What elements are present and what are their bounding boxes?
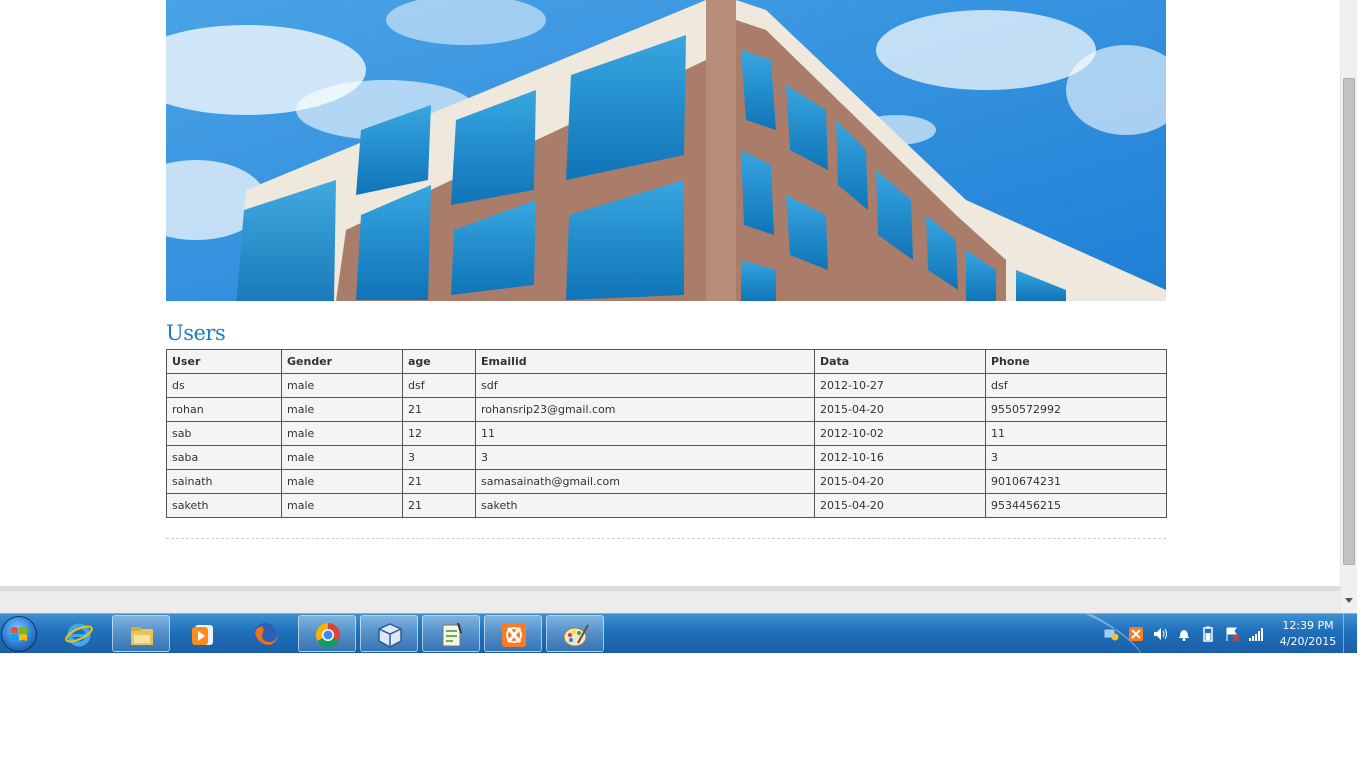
phone-cell: 11 (985, 421, 1167, 446)
volume-icon[interactable] (1152, 626, 1168, 642)
age-cell: 21 (402, 469, 476, 494)
user-cell: sab (166, 421, 282, 446)
taskbar-file-explorer[interactable] (112, 615, 170, 652)
battery-icon[interactable] (1200, 626, 1216, 642)
paint-icon (563, 624, 589, 647)
xampp-icon (502, 623, 526, 647)
taskbar-notepad-plus-plus[interactable] (422, 615, 480, 652)
notification-bell-icon[interactable] (1176, 626, 1192, 642)
wifi-signal-icon[interactable] (1248, 626, 1264, 642)
users-heading: Users (166, 321, 226, 345)
taskbar-media-player[interactable] (174, 615, 232, 652)
phone-cell: 9010674231 (985, 469, 1167, 494)
windows-taskbar: 12:39 PM 4/20/2015 (0, 613, 1357, 653)
user-cell: sainath (166, 469, 282, 494)
phone-cell: 9550572992 (985, 397, 1167, 422)
taskbar-paint[interactable] (546, 615, 604, 652)
window-edge (1357, 0, 1366, 653)
table-row: sab male 12 11 2012-10-02 11 (166, 421, 1167, 446)
phone-cell: dsf (985, 373, 1167, 398)
table-row: saketh male 21 saketh 2015-04-20 9534456… (166, 493, 1167, 518)
gender-cell: male (281, 445, 403, 470)
network-settings-icon[interactable] (1103, 626, 1119, 642)
age-cell: 21 (402, 493, 476, 518)
email-cell: rohansrip23@gmail.com (475, 397, 815, 422)
scroll-down-arrow-icon[interactable] (1345, 598, 1353, 603)
phone-cell: 9534456215 (985, 493, 1167, 518)
user-cell: rohan (166, 397, 282, 422)
column-header-gender: Gender (281, 349, 403, 374)
email-cell: 11 (475, 421, 815, 446)
age-cell: 3 (402, 445, 476, 470)
email-cell: sdf (475, 373, 815, 398)
gender-cell: male (281, 421, 403, 446)
media-player-icon (192, 625, 213, 645)
gender-cell: male (281, 469, 403, 494)
date-cell: 2015-04-20 (814, 493, 986, 518)
email-cell: 3 (475, 445, 815, 470)
date-cell: 2012-10-27 (814, 373, 986, 398)
start-button[interactable] (1, 616, 37, 652)
date-cell: 2015-04-20 (814, 397, 986, 422)
virtualbox-icon (378, 623, 402, 648)
date-cell: 2015-04-20 (814, 469, 986, 494)
chrome-icon (315, 623, 340, 648)
column-header-emailid: Emailid (475, 349, 815, 374)
taskbar-virtualbox[interactable] (360, 615, 418, 652)
notepad-plus-plus-icon (442, 622, 462, 647)
internet-explorer-icon (65, 623, 93, 647)
taskbar-clock[interactable]: 12:39 PM 4/20/2015 (1270, 618, 1346, 650)
table-header-row: User Gender age Emailid Data Phone (166, 349, 1167, 374)
windows-logo-icon (11, 627, 27, 641)
user-cell: saba (166, 445, 282, 470)
user-cell: ds (166, 373, 282, 398)
age-cell: 12 (402, 421, 476, 446)
column-header-user: User (166, 349, 282, 374)
users-table: User Gender age Emailid Data Phone ds ma… (166, 349, 1167, 518)
column-header-phone: Phone (985, 349, 1167, 374)
clock-time: 12:39 PM (1282, 619, 1334, 632)
date-cell: 2012-10-16 (814, 445, 986, 470)
email-cell: samasainath@gmail.com (475, 469, 815, 494)
clock-date: 4/20/2015 (1279, 635, 1337, 648)
age-cell: dsf (402, 373, 476, 398)
file-explorer-icon (131, 627, 153, 645)
taskbar-firefox[interactable] (236, 615, 294, 652)
vertical-scrollbar[interactable] (1340, 0, 1357, 613)
page-footer-band (0, 586, 1340, 613)
scrollbar-thumb[interactable] (1343, 78, 1355, 565)
firefox-icon (254, 623, 278, 645)
show-desktop-button[interactable] (1343, 614, 1357, 653)
taskbar-internet-explorer[interactable] (50, 615, 108, 652)
table-row: sainath male 21 samasainath@gmail.com 20… (166, 469, 1167, 494)
action-center-flag-icon[interactable] (1224, 626, 1240, 642)
phone-cell: 3 (985, 445, 1167, 470)
user-cell: saketh (166, 493, 282, 518)
email-cell: saketh (475, 493, 815, 518)
age-cell: 21 (402, 397, 476, 422)
xampp-tray-icon[interactable] (1128, 626, 1144, 642)
gender-cell: male (281, 373, 403, 398)
table-row: saba male 3 3 2012-10-16 3 (166, 445, 1167, 470)
taskbar-chrome[interactable] (298, 615, 356, 652)
gender-cell: male (281, 493, 403, 518)
building-banner-image (166, 0, 1166, 301)
table-row: ds male dsf sdf 2012-10-27 dsf (166, 373, 1167, 398)
column-header-data: Data (814, 349, 986, 374)
web-page: Users User Gender age Emailid Data Phone… (0, 0, 1340, 586)
date-cell: 2012-10-02 (814, 421, 986, 446)
taskbar-xampp[interactable] (484, 615, 542, 652)
column-header-age: age (402, 349, 476, 374)
table-row: rohan male 21 rohansrip23@gmail.com 2015… (166, 397, 1167, 422)
dashed-divider (166, 538, 1166, 539)
gender-cell: male (281, 397, 403, 422)
